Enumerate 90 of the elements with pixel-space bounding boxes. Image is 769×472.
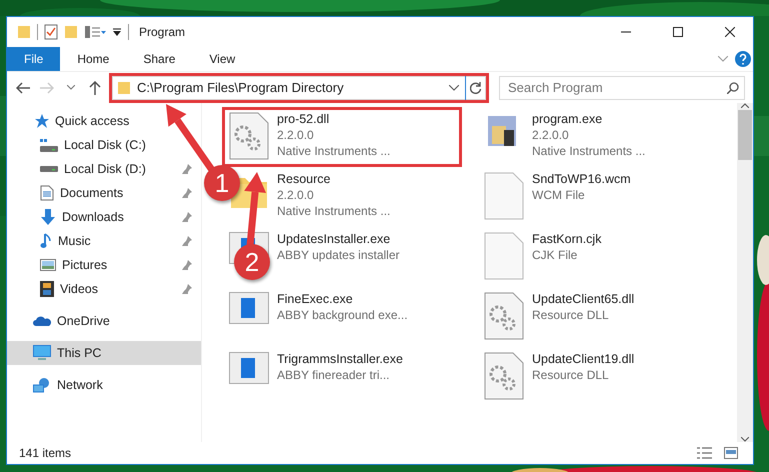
pin-icon (181, 163, 193, 175)
file-detail: Resource DLL (532, 368, 610, 382)
nav-item[interactable]: Music (7, 229, 201, 253)
address-path: C:\Program Files\Program Directory (137, 80, 345, 95)
file-detail: 2.2.0.0 (277, 128, 315, 142)
file-name: SndToWP16.wcm (532, 172, 631, 186)
nav-item[interactable]: Quick access (7, 109, 138, 133)
file-name: UpdateClient65.dll (532, 292, 634, 306)
maximize-icon (673, 27, 683, 37)
picture-icon (40, 258, 56, 272)
chevron-down-icon (718, 56, 728, 62)
chevron-down-icon (449, 84, 459, 90)
network-icon (33, 377, 51, 393)
file-name: FastKorn.cjk (532, 232, 602, 246)
file-icon (484, 172, 524, 220)
file-name: FineExec.exe (277, 292, 354, 306)
nav-item[interactable]: Documents (7, 181, 201, 205)
file-icon (484, 232, 524, 280)
film-icon (40, 281, 54, 297)
file-name: program.exe (532, 112, 604, 126)
nav-item[interactable]: Videos (7, 277, 201, 301)
nav-item[interactable]: Network (7, 373, 111, 397)
pin-icon (181, 211, 193, 223)
new-folder-icon (64, 25, 78, 39)
properties-icon (44, 24, 58, 40)
thumbnail-view-icon (724, 447, 738, 459)
chevron-down-icon (67, 85, 75, 90)
back-arrow-icon (16, 82, 30, 94)
gear-file-icon (484, 292, 524, 340)
drive-icon (40, 138, 58, 152)
item-count: 141 items (19, 446, 72, 460)
ribbon-tab[interactable]: View (192, 47, 252, 71)
file-detail: WCM File (532, 188, 586, 202)
file-name: pro-52.dll (277, 112, 330, 126)
pin-icon (181, 235, 193, 247)
file-detail: 2.2.0.0 (277, 188, 315, 202)
address-field[interactable]: C:\Program Files\Program Directory (112, 76, 486, 100)
highlighted-file-item[interactable]: pro-52.dll 2.2.0.0 Native Instruments ... (222, 107, 462, 167)
pin-icon (181, 283, 193, 295)
program-window-icon (229, 352, 269, 386)
up-arrow-icon (89, 80, 101, 94)
file-detail: Resource DLL (532, 308, 610, 322)
file-name: UpdateClient19.dll (532, 352, 634, 366)
folder-icon (17, 25, 31, 39)
list-dropdown-icon (84, 25, 106, 39)
window-title: Program (139, 25, 186, 39)
file-detail: CJK File (532, 248, 578, 262)
drive-icon (40, 166, 58, 172)
file-detail: Native Instruments ... (532, 144, 646, 158)
document-icon (40, 185, 54, 201)
close-icon (725, 27, 735, 37)
forward-arrow-icon (40, 82, 54, 94)
nav-item[interactable]: Local Disk (C:) (7, 133, 154, 157)
star-icon (33, 113, 49, 129)
scroll-down-icon (741, 437, 749, 442)
file-detail: ABBY finereader tri... (277, 368, 390, 382)
file-menu-button[interactable]: File (7, 47, 60, 71)
pin-icon (181, 187, 193, 199)
search-field[interactable]: Search Program (499, 76, 745, 100)
file-name: TrigrammsInstaller.exe (277, 352, 403, 366)
ribbon-tab[interactable]: Share (126, 47, 192, 71)
file-name: Resource (277, 172, 332, 186)
download-icon (40, 209, 56, 225)
cloud-icon (33, 315, 51, 327)
nav-item[interactable]: Pictures (7, 253, 201, 277)
file-detail: ABBY updates installer (277, 248, 400, 262)
nav-item[interactable]: Local Disk (D:) (7, 157, 201, 181)
pin-icon (181, 259, 193, 271)
file-detail: Native Instruments ... (277, 144, 390, 158)
nav-item[interactable]: OneDrive (7, 309, 118, 333)
help-icon (735, 51, 751, 67)
monitor-icon (33, 345, 51, 361)
gear-file-icon (484, 352, 524, 400)
scroll-thumb[interactable] (738, 110, 752, 160)
file-detail: ABBY background exe... (277, 308, 408, 322)
scrollbar[interactable] (737, 103, 753, 442)
scroll-up-icon (741, 103, 749, 108)
file-detail: Native Instruments ... (277, 204, 390, 218)
program-window-icon (229, 292, 269, 326)
music-note-icon (40, 233, 52, 249)
folder-icon (117, 80, 131, 94)
ribbon-tab[interactable]: Home (60, 47, 126, 71)
file-detail: 2.2.0.0 (532, 128, 570, 142)
gear-file-icon (229, 112, 269, 160)
customize-dropdown-icon (112, 27, 122, 37)
nav-item[interactable]: This PC (7, 341, 201, 365)
details-view-icon (697, 447, 713, 459)
nav-item[interactable]: Downloads (7, 205, 201, 229)
file-name: UpdatesInstaller.exe (277, 232, 392, 246)
refresh-icon (470, 82, 482, 94)
